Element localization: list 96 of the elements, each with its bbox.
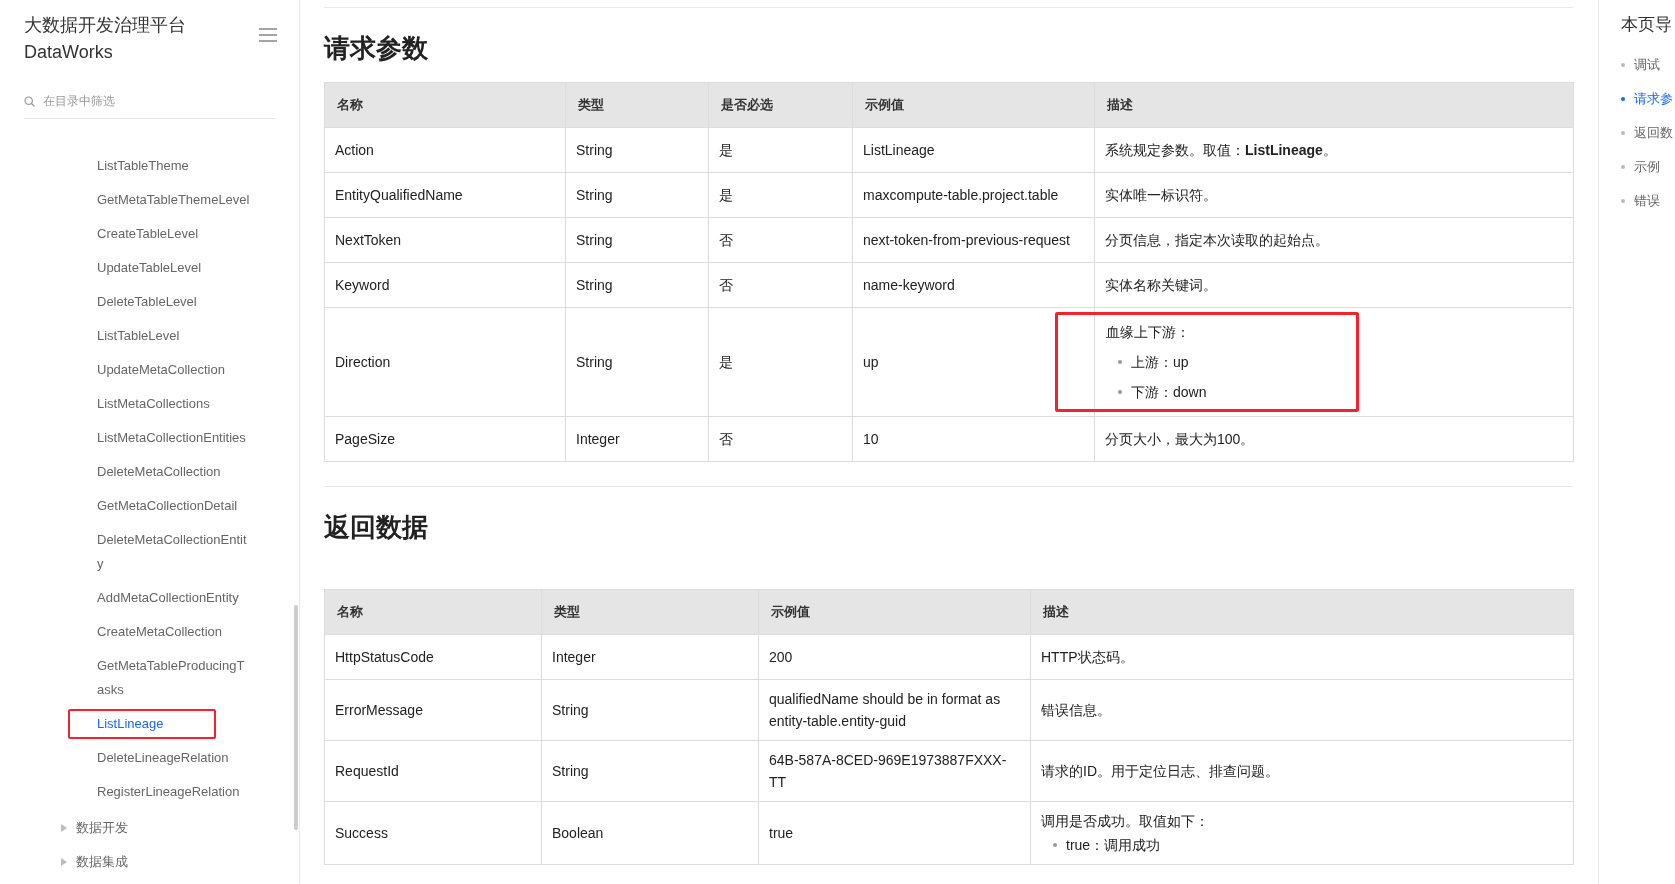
table-cell: qualifiedName should be in format as entity-table.entity-guid — [758, 679, 1031, 741]
table-cell: 否 — [708, 416, 853, 462]
toc-link[interactable]: 调试 — [1621, 47, 1675, 82]
sidebar-item[interactable]: CreateTableLevel — [68, 219, 258, 249]
toc-link[interactable]: 错误 — [1621, 183, 1675, 218]
toc-link[interactable]: 返回数 — [1621, 115, 1675, 150]
table-cell: Boolean — [541, 801, 759, 865]
section-heading: 返回数据 — [324, 511, 429, 544]
table-cell: 分页信息，指定本次读取的起始点。 — [1094, 217, 1574, 263]
column-header: 描述 — [1094, 82, 1574, 128]
table-cell: HttpStatusCode — [324, 634, 542, 680]
column-header: 类型 — [565, 82, 709, 128]
sidebar-group[interactable]: 数据开发 — [76, 818, 128, 838]
sidebar-item[interactable]: RegisterLineageRelation — [68, 777, 258, 807]
table-cell: String — [565, 172, 709, 218]
table-cell: String — [565, 217, 709, 263]
sidebar-item[interactable]: DeleteMetaCollectionEntity — [68, 525, 258, 579]
table-cell: next-token-from-previous-request — [852, 217, 1095, 263]
sidebar-item[interactable]: ListTableTheme — [68, 151, 258, 181]
table-cell: 是 — [708, 172, 853, 218]
table-cell: PageSize — [324, 416, 566, 462]
table-cell: 200 — [758, 634, 1031, 680]
toc-link[interactable]: 请求参 — [1621, 81, 1675, 116]
table-cell: EntityQualifiedName — [324, 172, 566, 218]
sidebar-item[interactable]: UpdateMetaCollection — [68, 355, 258, 385]
table-cell: 请求的ID。用于定位日志、排查问题。 — [1030, 740, 1574, 802]
table-cell: ErrorMessage — [324, 679, 542, 741]
table-cell: String — [565, 262, 709, 308]
column-header: 描述 — [1030, 589, 1574, 635]
search-icon — [24, 95, 35, 107]
table-cell: 实体名称关键词。 — [1094, 262, 1574, 308]
table-cell: 是 — [708, 127, 853, 173]
table-cell: Action — [324, 127, 566, 173]
sidebar-item[interactable]: ListMetaCollectionEntities — [68, 423, 258, 453]
sidebar-item[interactable]: UpdateTableLevel — [68, 253, 258, 283]
table-cell: 否 — [708, 262, 853, 308]
bullet-icon — [1053, 843, 1057, 847]
toc-link[interactable]: 示例 — [1621, 149, 1675, 184]
toc-title: 本页导 — [1621, 14, 1673, 36]
table-cell: Integer — [541, 634, 759, 680]
sidebar-subtitle: DataWorks — [24, 41, 114, 64]
section-heading: 请求参数 — [324, 32, 429, 65]
column-header: 示例值 — [852, 82, 1095, 128]
table-cell: 10 — [852, 416, 1095, 462]
table-cell: Success — [324, 801, 542, 865]
table-cell: 错误信息。 — [1030, 679, 1574, 741]
description-text: 调用是否成功。取值如下： — [1041, 812, 1210, 831]
sidebar-item[interactable]: DeleteTableLevel — [68, 287, 258, 317]
table-cell: RequestId — [324, 740, 542, 802]
table-cell: maxcompute-table.project.table — [852, 172, 1095, 218]
sidebar-item[interactable]: ListLineage — [68, 709, 216, 739]
search-field[interactable]: 在目录中筛选 — [43, 92, 243, 110]
sidebar-item[interactable]: GetMetaTableProducingTasks — [68, 651, 258, 705]
table-cell: 是 — [708, 307, 853, 417]
table-cell: 分页大小，最大为100。 — [1094, 416, 1574, 462]
list-item: 上游：up — [1131, 353, 1189, 372]
sidebar-item[interactable]: ListMetaCollections — [68, 389, 258, 419]
sidebar-item[interactable]: DeleteLineageRelation — [68, 743, 258, 773]
bullet-icon — [1118, 360, 1122, 364]
sidebar-item[interactable]: AddMetaCollectionEntity — [68, 583, 258, 613]
sidebar-item[interactable]: GetMetaCollectionDetail — [68, 491, 258, 521]
description-text: 血缘上下游： — [1106, 323, 1191, 342]
table-cell: Direction — [324, 307, 566, 417]
sidebar-item[interactable]: DeleteMetaCollection — [68, 457, 258, 487]
list-item: true：调用成功 — [1066, 836, 1161, 855]
menu-icon[interactable] — [259, 28, 277, 42]
sidebar-title: 大数据开发治理平台 — [24, 14, 186, 37]
caret-icon — [60, 824, 68, 832]
table-cell: 64B-587A-8CED-969E1973887FXXX-TT — [758, 740, 1031, 802]
table-cell: true — [758, 801, 1031, 865]
table-cell: 系统规定参数。取值：ListLineage。 — [1094, 127, 1574, 173]
table-cell: up — [852, 307, 1095, 417]
table-cell: String — [565, 307, 709, 417]
column-header: 名称 — [324, 589, 542, 635]
list-item: 下游：down — [1131, 383, 1207, 402]
column-header: 名称 — [324, 82, 566, 128]
sidebar-item[interactable]: ListTableLevel — [68, 321, 258, 351]
table-cell: name-keyword — [852, 262, 1095, 308]
sidebar-item[interactable]: CreateMetaCollection — [68, 617, 258, 647]
table-cell: 实体唯一标识符。 — [1094, 172, 1574, 218]
table-cell: Keyword — [324, 262, 566, 308]
table-cell: ListLineage — [852, 127, 1095, 173]
table-cell: String — [541, 679, 759, 741]
table-cell: HTTP状态码。 — [1030, 634, 1574, 680]
caret-icon — [60, 858, 68, 866]
table-cell: Integer — [565, 416, 709, 462]
sidebar-group[interactable]: 数据集成 — [76, 852, 128, 872]
column-header: 类型 — [541, 589, 759, 635]
table-cell: 否 — [708, 217, 853, 263]
sidebar-item[interactable]: GetMetaTableThemeLevel — [68, 185, 258, 215]
table-cell: String — [565, 127, 709, 173]
column-header: 示例值 — [758, 589, 1031, 635]
table-cell: NextToken — [324, 217, 566, 263]
column-header: 是否必选 — [708, 82, 853, 128]
bullet-icon — [1118, 390, 1122, 394]
table-cell: String — [541, 740, 759, 802]
